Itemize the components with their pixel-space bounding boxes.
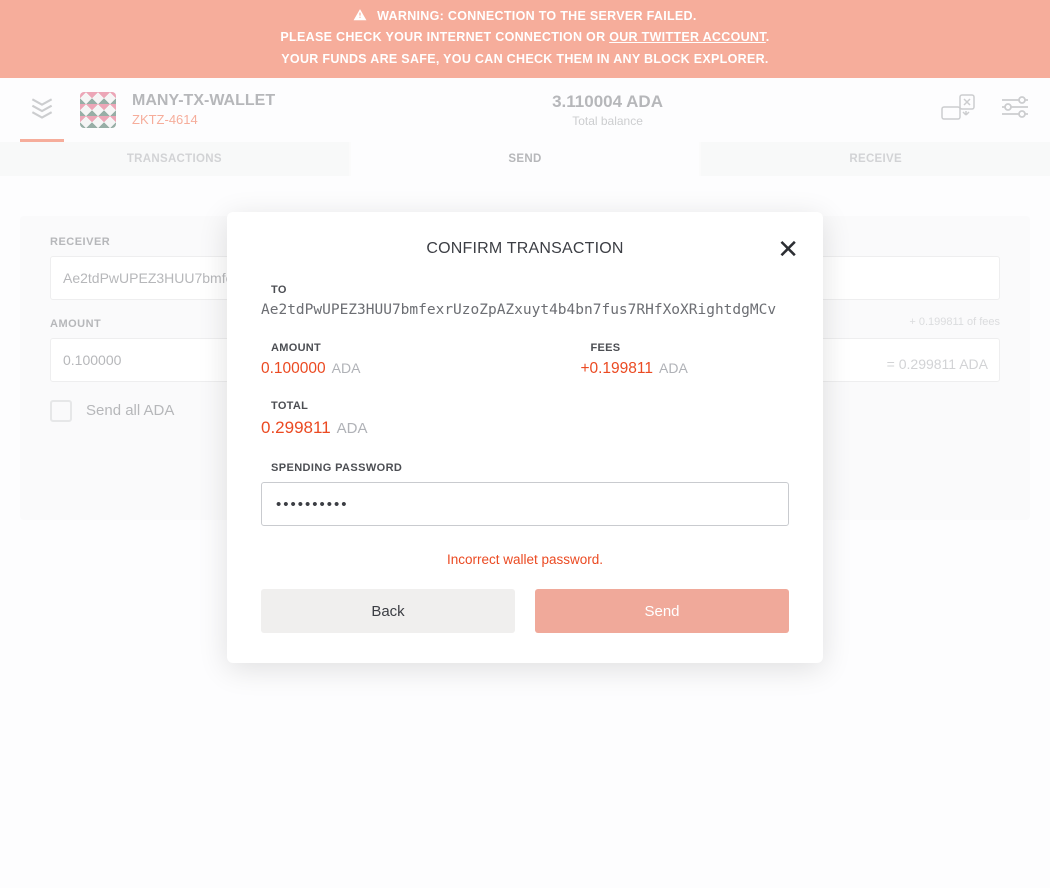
modal-total-value: 0.299811 ADA — [261, 418, 789, 438]
modal-title: CONFIRM TRANSACTION — [261, 240, 789, 258]
modal-fees-value: +0.199811 ADA — [580, 360, 687, 378]
modal-total-number: 0.299811 — [261, 418, 331, 437]
modal-amount-number: 0.100000 — [261, 360, 326, 377]
modal-fees-number: +0.199811 — [580, 360, 653, 377]
close-icon[interactable]: ✕ — [777, 236, 799, 262]
modal-total-unit: ADA — [337, 420, 368, 437]
spending-password-input[interactable] — [261, 482, 789, 526]
modal-amount-unit: ADA — [332, 360, 361, 376]
back-button[interactable]: Back — [261, 589, 515, 633]
modal-fees-unit: ADA — [659, 360, 688, 376]
modal-total-label: TOTAL — [271, 400, 789, 412]
send-button[interactable]: Send — [535, 589, 789, 633]
modal-amount-label: AMOUNT — [271, 342, 360, 354]
to-address: Ae2tdPwUPEZ3HUU7bmfexrUzoZpAZxuyt4b4bn7f… — [261, 302, 789, 318]
to-label: TO — [271, 284, 789, 296]
spending-password-label: SPENDING PASSWORD — [271, 462, 789, 474]
confirm-transaction-modal: CONFIRM TRANSACTION ✕ TO Ae2tdPwUPEZ3HUU… — [227, 212, 823, 663]
modal-amount-value: 0.100000 ADA — [261, 360, 360, 378]
modal-fees-label: FEES — [590, 342, 687, 354]
password-error-message: Incorrect wallet password. — [261, 552, 789, 567]
